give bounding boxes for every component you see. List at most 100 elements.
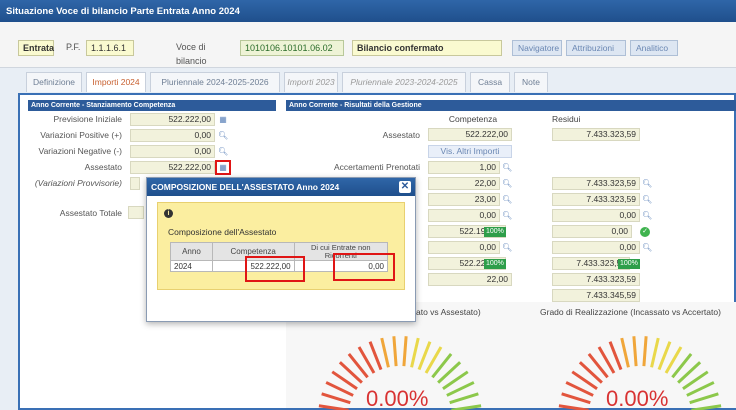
close-icon[interactable]: ✕ <box>399 181 411 193</box>
search-icon[interactable]: 🔍︎ <box>502 195 512 205</box>
calculator-icon[interactable]: ▦ <box>218 115 228 125</box>
tabs-bar: Definizione Importi 2024 Pluriennale 202… <box>18 72 736 94</box>
previsione-label: Previsione Iniziale <box>53 114 122 124</box>
row-res: 0,00 <box>552 209 640 222</box>
status-field: Bilancio confermato <box>352 40 502 56</box>
pct-badge: 100% <box>484 227 506 237</box>
tab-note[interactable]: Note <box>514 72 548 92</box>
row-comp: 22,00 <box>428 273 512 286</box>
check-icon: ✓ <box>640 227 650 237</box>
tab-importi-2023[interactable]: Importi 2023 <box>284 72 338 92</box>
col-anno: Anno <box>170 242 213 261</box>
tab-pluriennale-2024[interactable]: Pluriennale 2024-2025-2026 <box>150 72 280 92</box>
modal-heading: Composizione dell'Assestato <box>168 227 277 237</box>
tab-pluriennale-2023[interactable]: Pluriennale 2023-2024-2025 <box>342 72 466 92</box>
analitico-button[interactable]: Analitico <box>630 40 678 56</box>
row-res: 0,00 <box>552 241 640 254</box>
gauge-tick <box>368 341 383 371</box>
pf-field: 1.1.1.6.1 <box>86 40 134 56</box>
pf-label: P.F. <box>66 42 81 52</box>
pct-badge: 100% <box>618 259 640 269</box>
search-icon[interactable]: 🔍︎ <box>502 243 512 253</box>
row-comp: 0,00 <box>428 241 500 254</box>
gauge-tick <box>321 392 351 405</box>
row-res: 7.433.323,59 <box>552 177 640 190</box>
gauge-tick <box>650 337 660 368</box>
var-neg-label: Variazioni Negative (-) <box>38 146 122 156</box>
acc-prenotati-comp: 1,00 <box>428 161 500 174</box>
modal-title: COMPOSIZIONE DELL'ASSESTATO Anno 2024 <box>147 178 415 196</box>
tab-definizione[interactable]: Definizione <box>26 72 82 92</box>
acc-prenotati-label: Accertamenti Prenotati <box>334 162 420 172</box>
var-pos-label: Variazioni Positive (+) <box>40 130 122 140</box>
info-icon: i <box>164 209 173 218</box>
col-residui: Residui <box>552 114 581 124</box>
search-icon[interactable]: 🔍︎ <box>218 131 228 141</box>
gauge-tick <box>410 337 420 368</box>
voce-label: Voce di bilancio <box>176 42 207 66</box>
previsione-value: 522.222,00 <box>130 113 215 126</box>
search-icon[interactable]: 🔍︎ <box>218 147 228 157</box>
var-prov-value <box>130 177 140 190</box>
search-icon[interactable]: 🔍︎ <box>642 179 652 189</box>
gauge-tick <box>632 336 638 367</box>
composizione-modal: COMPOSIZIONE DELL'ASSESTATO Anno 2024 ✕ … <box>146 177 416 322</box>
gauge-tick <box>392 336 398 367</box>
search-icon[interactable]: 🔍︎ <box>642 211 652 221</box>
window-title: Situazione Voce di bilancio Parte Entrat… <box>0 0 736 22</box>
vis-altri-importi-button[interactable]: Vis. Altri Importi <box>428 145 512 158</box>
left-panel-header: Anno Corrente - Stanziamento Competenza <box>28 100 276 111</box>
tab-cassa[interactable]: Cassa <box>470 72 510 92</box>
gauge-tick <box>318 404 349 410</box>
gauge-tick <box>449 392 479 405</box>
search-icon[interactable]: 🔍︎ <box>642 243 652 253</box>
search-icon[interactable]: 🔍︎ <box>502 179 512 189</box>
search-icon[interactable]: 🔍︎ <box>502 163 512 173</box>
highlight-box <box>215 160 231 175</box>
right-panel-header: Anno Corrente - Risultati della Gestione <box>286 100 736 111</box>
attribuzioni-button[interactable]: Attribuzioni <box>566 40 626 56</box>
r-assestato-comp: 522.222,00 <box>428 128 512 141</box>
assestato-tot-value <box>128 206 144 219</box>
navigatore-button[interactable]: Navigatore <box>512 40 562 56</box>
var-pos-value: 0,00 <box>130 129 215 142</box>
tab-importi-2024[interactable]: Importi 2024 <box>86 72 146 92</box>
row-comp: 0,00 <box>428 209 500 222</box>
gauge-right-value: 0.00% <box>606 386 669 410</box>
gauge-right-title: Grado di Realizzazione (Incassato vs Acc… <box>540 307 721 317</box>
search-icon[interactable]: 🔍︎ <box>502 211 512 221</box>
row-res: 0,00 <box>552 225 632 238</box>
gauge-tick <box>620 337 630 368</box>
search-icon[interactable]: 🔍︎ <box>642 195 652 205</box>
gauge-tick <box>417 341 432 371</box>
r-assestato-res: 7.433.323,59 <box>552 128 640 141</box>
row-res: 7.433.323,59 <box>552 273 640 286</box>
gauge-tick <box>657 341 672 371</box>
gauge-left-title: ato vs Assestato) <box>416 307 481 317</box>
gauge-tick <box>689 392 719 405</box>
pct-badge: 100% <box>484 259 506 269</box>
var-prov-label: (Variazioni Provvisorie) <box>34 178 122 188</box>
gauge-tick <box>380 337 390 368</box>
type-field: Entrata <box>18 40 54 56</box>
var-neg-value: 0,00 <box>130 145 215 158</box>
gauge-tick <box>642 336 648 367</box>
row-res: 7.433.345,59 <box>552 289 640 302</box>
highlight-box <box>245 256 305 282</box>
row-res: 7.433.323,59 <box>552 193 640 206</box>
gauge-tick <box>608 341 623 371</box>
row-comp: 23,00 <box>428 193 500 206</box>
assestato-value: 522.222,00 <box>130 161 215 174</box>
gauge-tick <box>558 404 589 410</box>
col-competenza: Competenza <box>448 114 498 124</box>
highlight-box <box>333 253 395 281</box>
gauge-tick <box>451 404 482 410</box>
gauge-tick <box>402 336 408 367</box>
row-comp: 22,00 <box>428 177 500 190</box>
voce-field: 1010106.10101.06.02 <box>240 40 344 56</box>
gauge-left-value: 0.00% <box>366 386 429 410</box>
assestato-tot-label: Assestato Totale <box>59 208 122 218</box>
gauge-tick <box>561 392 591 405</box>
gauge-tick <box>691 404 722 410</box>
cell-anno: 2024 <box>170 260 213 272</box>
